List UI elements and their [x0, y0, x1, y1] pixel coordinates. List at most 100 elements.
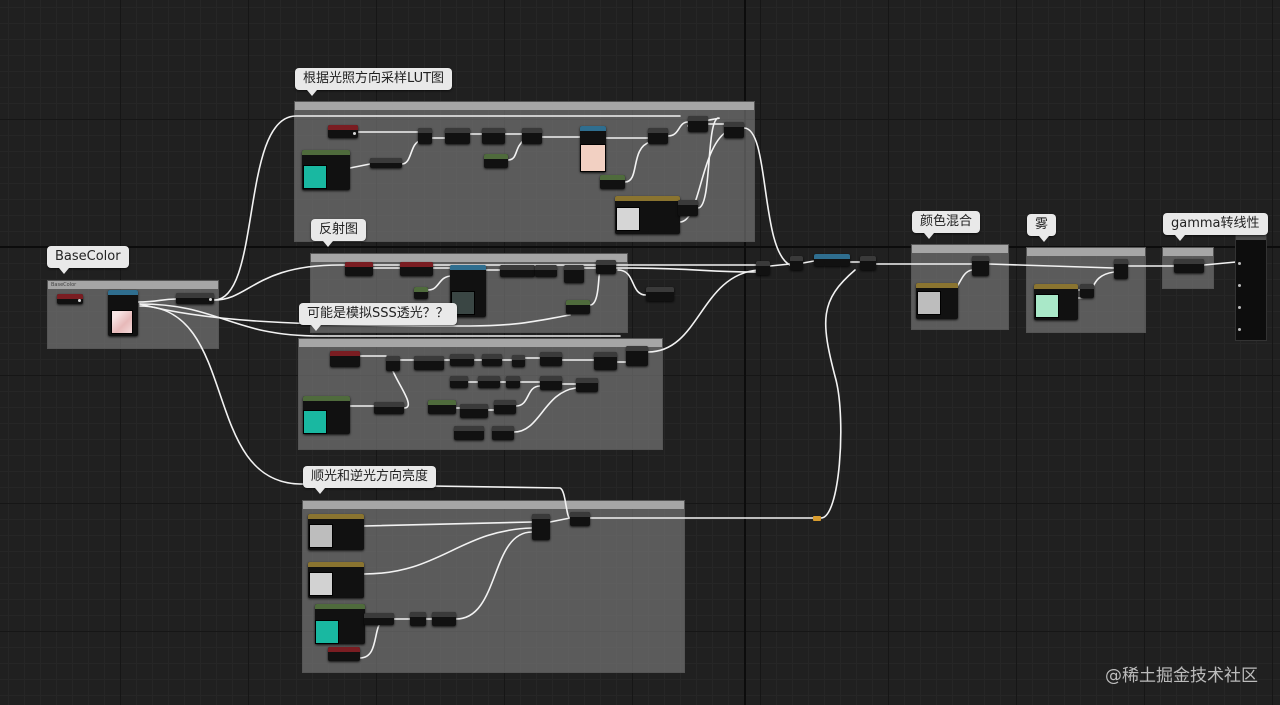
node-one-minus[interactable] [506, 376, 520, 388]
node-multiply[interactable] [724, 122, 744, 138]
color-swatch-teal [303, 410, 327, 434]
node-vector-param[interactable] [308, 562, 364, 598]
node-one-minus[interactable] [512, 355, 525, 367]
wire [820, 269, 856, 519]
wire [624, 141, 651, 183]
node-light-vector[interactable] [302, 150, 350, 190]
node-multiply[interactable] [450, 376, 468, 388]
node-transform[interactable] [370, 158, 402, 168]
node-lut-texture-sample[interactable] [580, 126, 606, 172]
node-add[interactable] [450, 354, 474, 366]
comment-bubble-color-blend[interactable]: 颜色混合 [912, 211, 981, 239]
node-light-vector[interactable] [303, 396, 350, 434]
node-fog-factor[interactable] [1080, 284, 1094, 298]
node-add[interactable] [756, 261, 770, 275]
node-lerp[interactable] [1114, 259, 1128, 279]
wire [743, 127, 791, 266]
node-constant[interactable] [566, 300, 590, 314]
node-multiply[interactable] [570, 512, 590, 526]
comment-bubble-front-back-light[interactable]: 顺光和逆光方向亮度 [303, 466, 437, 494]
wire [988, 263, 1115, 269]
wire [802, 260, 815, 264]
wire [667, 121, 689, 137]
wire [615, 267, 757, 273]
node-light-vector[interactable] [315, 604, 365, 644]
comment-bubble-fog[interactable]: 雾 [1027, 214, 1057, 242]
reroute-node[interactable] [813, 516, 821, 521]
wire [647, 269, 759, 353]
node-dot[interactable] [418, 128, 432, 144]
node-constant[interactable] [428, 400, 456, 414]
node-fog-color-param[interactable] [1034, 284, 1078, 320]
wire [349, 163, 371, 169]
node-linear-to-srgb[interactable] [814, 254, 850, 266]
comment-bubble-reflection[interactable]: 反射图 [311, 219, 367, 247]
node-multiply[interactable] [564, 265, 584, 283]
wire [136, 298, 177, 303]
wire [363, 527, 533, 575]
watermark-text: @稀土掘金技术社区 [1105, 666, 1258, 686]
node-srgb-to-linear[interactable] [176, 293, 214, 304]
node-lerp[interactable] [594, 352, 617, 370]
node-dot[interactable] [386, 356, 400, 371]
node-saturate[interactable] [454, 426, 484, 440]
node-saturate[interactable] [432, 612, 456, 626]
node-vector-param[interactable] [308, 514, 364, 550]
color-swatch-teal [303, 165, 327, 189]
node-multiply[interactable] [535, 265, 557, 277]
node-multiply[interactable] [445, 128, 470, 144]
node-vertex-color[interactable] [57, 294, 83, 304]
node-add[interactable] [478, 376, 500, 388]
node-multiply[interactable] [678, 200, 698, 216]
node-multiply[interactable] [626, 346, 648, 366]
node-vertex-normal[interactable] [328, 125, 358, 138]
node-mix-color-param[interactable] [916, 283, 958, 319]
node-multiply[interactable] [460, 404, 488, 418]
node-constant[interactable] [414, 287, 428, 299]
node-srgb-to-linear[interactable] [500, 265, 535, 277]
comment-bubble-gamma[interactable]: gamma转线性 [1163, 213, 1268, 241]
color-swatch-teal [315, 620, 339, 644]
node-add[interactable] [482, 128, 505, 144]
node-lerp[interactable] [688, 116, 708, 132]
node-add[interactable] [494, 400, 516, 414]
node-material-result[interactable] [1235, 233, 1267, 341]
node-add[interactable] [790, 256, 803, 270]
wire [617, 269, 647, 296]
node-add[interactable] [596, 260, 616, 274]
node-lerp[interactable] [972, 256, 989, 276]
wire [363, 521, 533, 527]
node-power[interactable] [646, 287, 674, 301]
node-lerp[interactable] [532, 514, 550, 540]
color-swatch-gray [616, 207, 640, 231]
texture-preview-thumbnail [111, 310, 133, 334]
wire [515, 385, 541, 407]
node-reflection-vector[interactable] [345, 262, 373, 276]
node-vector-param[interactable] [615, 196, 680, 234]
node-texture-sample[interactable] [108, 290, 138, 336]
node-power[interactable] [1174, 259, 1204, 273]
node-multiply[interactable] [576, 378, 598, 392]
node-transform[interactable] [374, 402, 404, 414]
node-multiply[interactable] [492, 426, 514, 440]
node-multiply[interactable] [648, 128, 668, 144]
node-constant[interactable] [600, 175, 625, 189]
comment-bubble-basecolor[interactable]: BaseColor [47, 246, 129, 274]
node-transform[interactable] [364, 613, 394, 625]
node-vertex-normal[interactable] [330, 351, 360, 367]
color-swatch-gray [917, 291, 941, 315]
color-swatch-gray [309, 524, 333, 548]
node-power[interactable] [540, 376, 562, 390]
wire [513, 387, 577, 433]
node-append[interactable] [522, 128, 542, 144]
node-constant[interactable] [484, 154, 508, 168]
node-multiply[interactable] [414, 356, 444, 370]
node-clamp[interactable] [482, 354, 502, 366]
node-multiply[interactable] [860, 256, 876, 270]
comment-bubble-lut[interactable]: 根据光照方向采样LUT图 [295, 68, 453, 96]
node-vertex-normal[interactable] [328, 647, 360, 661]
comment-bubble-sss[interactable]: 可能是模拟SSS透光？？ [299, 303, 457, 331]
node-reflection-vector-ws[interactable] [400, 262, 433, 276]
node-multiply[interactable] [540, 352, 562, 366]
node-dot[interactable] [410, 612, 426, 626]
